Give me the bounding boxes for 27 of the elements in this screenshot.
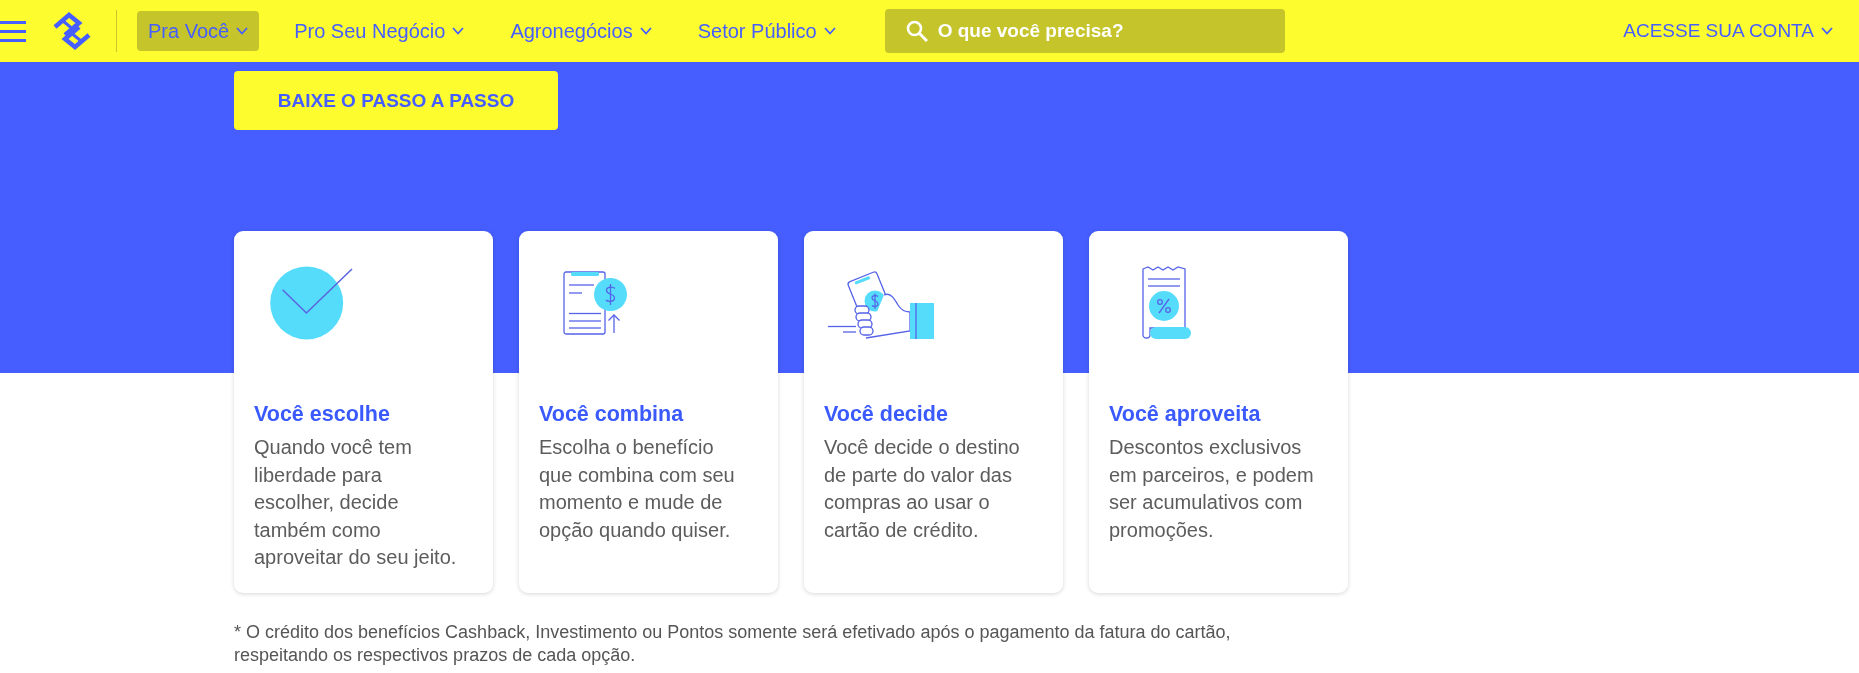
menu-icon[interactable] (0, 20, 26, 42)
card-title: Você escolhe (254, 401, 391, 428)
search-icon (905, 20, 928, 42)
card-text: Escolha o benefício que combina com seu momento e mude de opção quando quiser. (539, 435, 736, 543)
card-text: Descontos exclusivos em parceiros, e podem ser acumulativos com promoções. (1109, 435, 1315, 543)
card-text: Você decide o destino de parte do valor das compras ao usar o cartão de crédito. (824, 435, 1021, 543)
receipt-percent-icon (1141, 266, 1191, 340)
search-field[interactable]: O que você precisa? (884, 9, 1285, 53)
chevron-down-icon (452, 27, 465, 35)
chevron-down-icon (823, 27, 836, 35)
footnote-text: * O crédito dos benefícios Cashback, Investimento ou Pontos somente será efetivado após o pagamento da fatura do cartão, respeitando os respectivos prazos de cada opção. (234, 621, 1232, 666)
nav-item[interactable]: Agronegócios (499, 11, 663, 51)
nav-item[interactable]: Pro Seu Negócio (283, 11, 476, 51)
card-title: Você combina (539, 401, 685, 428)
check-circle-icon (269, 266, 353, 340)
card-title: Você decide (824, 401, 949, 428)
logo-icon[interactable] (52, 12, 92, 50)
card-text: Quando você tem liberdade para escolher, decide também como aproveitar do seu jeito. (254, 435, 458, 570)
account-menu-button[interactable]: ACESSE SUA CONTA (1623, 20, 1833, 42)
nav-item[interactable]: Setor Público (686, 11, 847, 51)
chevron-down-icon (1821, 27, 1833, 35)
nav-item[interactable]: Pra Você (137, 11, 260, 51)
download-button[interactable]: BAIXE O PASSO A PASSO (234, 71, 558, 130)
chevron-down-icon (236, 27, 249, 35)
document-coin-icon (563, 271, 629, 335)
chevron-down-icon (639, 27, 652, 35)
card-title: Você aproveita (1109, 401, 1262, 428)
